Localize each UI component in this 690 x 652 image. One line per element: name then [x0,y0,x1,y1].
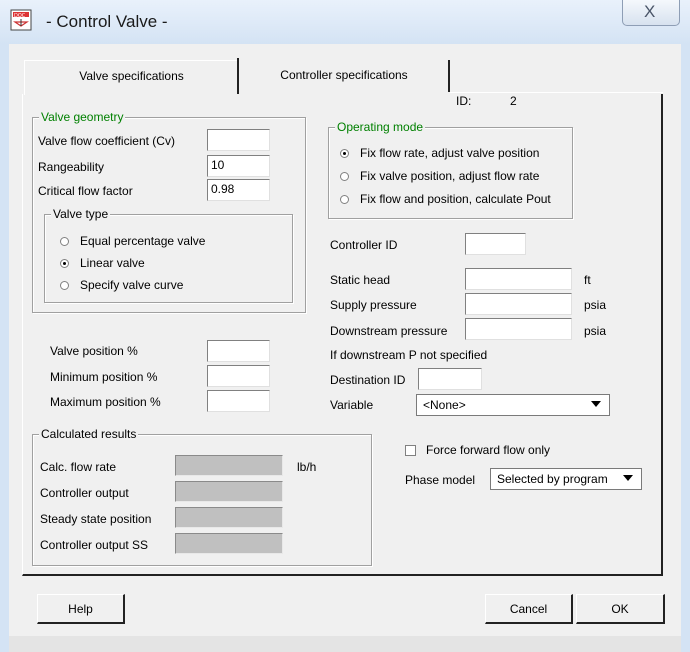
phase-model-label: Phase model [405,473,476,487]
group-legend: Operating mode [335,120,426,134]
force-forward-flow-checkbox[interactable] [405,445,416,456]
critical-flow-factor-label: Critical flow factor [38,184,133,198]
downstream-note: If downstream P not specified [330,348,488,362]
window-border-right [681,44,690,652]
group-legend: Valve geometry [39,110,126,124]
tab-strip-line [450,92,663,93]
controller-output-label: Controller output [40,486,129,500]
radio-fix-flow-and-position[interactable] [340,195,349,204]
force-forward-flow-label: Force forward flow only [426,443,551,457]
variable-select[interactable]: <None> [416,394,610,416]
id-value: 2 [510,94,517,108]
help-button-label: Help [68,602,93,616]
calc-flow-rate-label: Calc. flow rate [40,460,117,474]
radio-label: Fix valve position, adjust flow rate [360,169,540,183]
controller-output-ss-label: Controller output SS [40,538,149,552]
tab-divider [448,60,450,92]
tab-label: Valve specifications [79,69,184,83]
downstream-pressure-unit: psia [584,324,607,338]
minimum-position-input[interactable] [207,365,270,387]
radio-label: Equal percentage valve [80,234,206,248]
tab-divider [237,58,239,94]
valve-position-label: Valve position % [50,344,138,358]
radio-linear-valve[interactable] [60,259,69,268]
close-button[interactable]: X [622,0,680,26]
variable-select-value: <None> [423,398,466,412]
tab-label: Controller specifications [280,68,408,82]
rangeability-label: Rangeability [38,160,105,174]
ok-button-label: OK [611,602,629,616]
radio-fix-valve-position[interactable] [340,172,349,181]
flow-rate-unit: lb/h [297,460,317,474]
cv-input[interactable] [207,129,270,151]
radio-specify-curve[interactable] [60,281,69,290]
controller-output-ss-field [175,533,283,554]
cv-label: Valve flow coefficient (Cv) [38,134,175,148]
tab-controller-specifications[interactable]: Controller specifications [240,60,448,94]
radio-equal-percentage[interactable] [60,237,69,246]
variable-label: Variable [330,398,374,412]
radio-label: Linear valve [80,256,145,270]
close-icon: X [644,2,656,21]
cancel-button[interactable]: Cancel [485,594,573,624]
title-bar: DOC - Control Valve - X [0,0,690,44]
radio-fix-flow-rate[interactable] [340,149,349,158]
ok-button[interactable]: OK [576,594,665,624]
supply-pressure-label: Supply pressure [330,298,417,312]
radio-label: Fix flow rate, adjust valve position [360,146,540,160]
window-border-left [0,44,9,652]
svg-text:DOC: DOC [14,13,26,19]
supply-pressure-input[interactable] [465,293,572,315]
static-head-input[interactable] [465,268,572,290]
help-button[interactable]: Help [37,594,125,624]
static-head-label: Static head [330,273,391,287]
rangeability-input[interactable]: 10 [207,155,270,177]
static-head-unit: ft [584,273,591,287]
id-label: ID: [456,94,472,108]
downstream-pressure-label: Downstream pressure [330,324,448,338]
steady-state-position-field [175,507,283,528]
minimum-position-label: Minimum position % [50,370,158,384]
window-title: - Control Valve - [46,12,168,31]
chevron-down-icon [623,475,633,481]
cancel-button-label: Cancel [509,602,548,616]
control-valve-app-icon: DOC [10,9,32,31]
radio-label: Fix flow and position, calculate Pout [360,192,551,206]
controller-output-field [175,481,283,502]
controller-id-label: Controller ID [330,238,398,252]
supply-pressure-unit: psia [584,298,607,312]
destination-id-input[interactable] [418,368,482,390]
phase-model-select-value: Selected by program [497,472,608,486]
radio-label: Specify valve curve [80,278,184,292]
maximum-position-input[interactable] [207,390,270,412]
critical-flow-factor-input[interactable]: 0.98 [207,179,270,201]
maximum-position-label: Maximum position % [50,395,161,409]
chevron-down-icon [591,401,601,407]
phase-model-select[interactable]: Selected by program [490,468,642,490]
tab-valve-specifications[interactable]: Valve specifications [24,60,238,95]
destination-id-label: Destination ID [330,373,406,387]
valve-position-input[interactable] [207,340,270,362]
dialog-bottom-edge [9,636,681,652]
controller-id-input[interactable] [465,233,526,255]
steady-state-position-label: Steady state position [40,512,152,526]
downstream-pressure-input[interactable] [465,318,572,340]
group-legend: Calculated results [39,427,139,441]
calc-flow-rate-field [175,455,283,476]
group-legend: Valve type [51,207,111,221]
